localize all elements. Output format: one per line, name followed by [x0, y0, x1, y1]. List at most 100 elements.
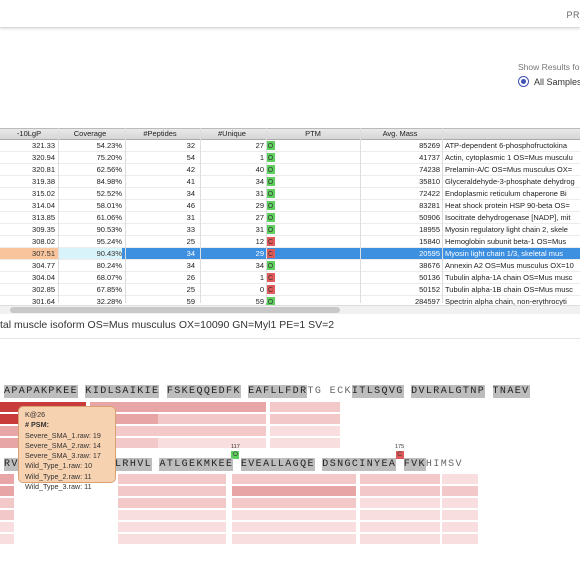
- col-header-lgp[interactable]: -10LgP: [0, 129, 58, 139]
- peptide-coverage-bar[interactable]: [270, 438, 340, 448]
- table-row[interactable]: 320.8162.56%4240CO74238Prelamin-A/C OS=M…: [0, 164, 580, 176]
- covered-peptide[interactable]: ITLSQVG: [351, 385, 404, 398]
- peptide-coverage-bar[interactable]: [118, 486, 226, 496]
- peptide-coverage-bar[interactable]: [442, 534, 478, 544]
- col-header-peptides[interactable]: #Peptides: [125, 129, 195, 139]
- peptide-coverage-bar[interactable]: [0, 522, 14, 532]
- table-row[interactable]: 320.9475.20%541CO41737Actin, cytoplasmic…: [0, 152, 580, 164]
- ptm-o-badge: O: [266, 141, 275, 150]
- table-row[interactable]: 302.8567.85%250OC50152Tubulin alpha-1B c…: [0, 284, 580, 296]
- peptide-coverage-bar[interactable]: [158, 426, 266, 436]
- cell-avg-mass: 41737: [419, 153, 440, 162]
- tooltip-line: Severe_SMA_1.raw: 19: [25, 430, 101, 440]
- ptm-marker[interactable]: 175 C: [395, 444, 404, 459]
- covered-peptide[interactable]: FSKEQQEDFK: [166, 385, 241, 398]
- covered-peptide[interactable]: EAFLLFDR: [248, 385, 308, 398]
- table-row[interactable]: 315.02 52.52% 34 31 O 72422 Endoplasmic reticu…: [0, 188, 580, 200]
- col-header-ptm[interactable]: PTM: [266, 129, 360, 139]
- covered-peptide[interactable]: DSNGCINYEA: [322, 458, 397, 471]
- table-row[interactable]: 307.5190.43%3429OC20595Myosin light chai…: [0, 248, 580, 260]
- table-row[interactable]: 304.7780.24%3434CO38676Annexin A2 OS=Mus…: [0, 260, 580, 272]
- radio-selected-icon[interactable]: [518, 76, 529, 87]
- peptide-coverage-bar[interactable]: [360, 522, 440, 532]
- peptide-coverage-bar[interactable]: [232, 474, 356, 484]
- cell-description: Annexin A2 OS=Mus musculus OX=10: [445, 261, 574, 270]
- peptide-coverage-bar[interactable]: [232, 498, 356, 508]
- cell-peptides: 33: [186, 225, 195, 234]
- peptide-coverage-bar[interactable]: [0, 534, 14, 544]
- peptide-coverage-bar[interactable]: [0, 486, 14, 496]
- covered-peptide[interactable]: KIDLSAIKIE: [85, 385, 160, 398]
- peptide-coverage-bar[interactable]: [0, 498, 14, 508]
- table-row[interactable]: 319.3884.98%4134CO35810Glyceraldehyde-3-…: [0, 176, 580, 188]
- cell-unique: 0: [259, 285, 264, 294]
- peptide-coverage-bar[interactable]: [442, 498, 478, 508]
- peptide-coverage-bar[interactable]: [442, 510, 478, 520]
- table-row[interactable]: 314.0458.01%4629CO83281Heat shock protei…: [0, 200, 580, 212]
- peptide-coverage-bar[interactable]: [158, 402, 266, 412]
- covered-peptide[interactable]: EVEALLAGQE: [240, 458, 315, 471]
- peptide-coverage-bar[interactable]: [270, 426, 340, 436]
- peptide-coverage-bar[interactable]: [0, 510, 14, 520]
- cell-coverage: 58.01%: [96, 201, 122, 210]
- horizontal-scrollbar[interactable]: [0, 305, 580, 314]
- cell-description: Tubulin alpha-1B chain OS=Mus musc: [445, 285, 573, 294]
- peptide-coverage-bar[interactable]: [118, 522, 226, 532]
- peptide-coverage-bar[interactable]: [232, 486, 356, 496]
- peptide-coverage-bar[interactable]: [442, 474, 478, 484]
- cell-coverage: 67.85%: [96, 285, 122, 294]
- peptide-coverage-bar[interactable]: [158, 438, 266, 448]
- peptide-coverage-bar[interactable]: [232, 522, 356, 532]
- peptide-coverage-bar[interactable]: [232, 534, 356, 544]
- cell-peptides: 34: [186, 249, 195, 258]
- covered-peptide[interactable]: TNAEV: [492, 385, 530, 398]
- cell-peptides: 31: [186, 213, 195, 222]
- peptide-coverage-bar[interactable]: [270, 414, 340, 424]
- peptide-coverage-bar[interactable]: [442, 486, 478, 496]
- peptide-coverage-bar[interactable]: [360, 534, 440, 544]
- peptide-coverage-bar[interactable]: [360, 486, 440, 496]
- table-row[interactable]: 309.3590.53%3331CO18955Myosin regulatory…: [0, 224, 580, 236]
- peptide-coverage-bar[interactable]: [232, 510, 356, 520]
- peptide-coverage-bar[interactable]: [118, 510, 226, 520]
- all-samples-radio[interactable]: All Samples: [518, 76, 580, 87]
- peptide-coverage-bar[interactable]: [118, 498, 226, 508]
- covered-peptide[interactable]: FVK: [403, 458, 426, 471]
- peptide-coverage-bar[interactable]: [118, 474, 226, 484]
- col-header-avg-mass[interactable]: Avg. Mass: [360, 129, 440, 139]
- table-row[interactable]: 304.0468.07%261OC50136Tubulin alpha-1A c…: [0, 272, 580, 284]
- cell-avg-mass: 50906: [419, 213, 440, 222]
- section-divider: [0, 338, 580, 339]
- covered-peptide[interactable]: DVLRALGTNP: [411, 385, 486, 398]
- cell-avg-mass: 72422: [419, 189, 440, 198]
- peptide-coverage-bar[interactable]: [360, 498, 440, 508]
- ptm-c-badge: C: [266, 273, 275, 282]
- col-header-coverage[interactable]: Coverage: [58, 129, 122, 139]
- peptide-coverage-bar[interactable]: [442, 522, 478, 532]
- covered-peptide[interactable]: APAPAKPKEE: [4, 385, 79, 398]
- peptide-coverage-bar[interactable]: [118, 534, 226, 544]
- table-row[interactable]: 321.3354.23%3227CO85269ATP-dependent 6-p…: [0, 140, 580, 152]
- covered-peptide[interactable]: ATLGEKMKEE: [159, 458, 234, 471]
- peptide-coverage-bar[interactable]: [0, 474, 14, 484]
- ptm-marker[interactable]: 117 O: [231, 444, 240, 459]
- tooltip-line: Wild_Type_2.raw: 11: [25, 471, 92, 481]
- peptide-coverage-bar[interactable]: [360, 474, 440, 484]
- cell-unique: 1: [259, 273, 264, 282]
- cell-peptides: 32: [186, 141, 195, 150]
- cell-coverage: 84.98%: [96, 177, 122, 186]
- table-row[interactable]: 313.8561.06%3127CO50906Isocitrate dehydr…: [0, 212, 580, 224]
- cell-lgp: 320.94: [32, 153, 55, 162]
- ptm-o-badge: O: [266, 261, 275, 270]
- col-header-unique[interactable]: #Unique: [200, 129, 264, 139]
- peptide-coverage-bar[interactable]: [360, 510, 440, 520]
- ptm-c-badge: C: [266, 249, 275, 258]
- ptm-o-badge: O: [266, 201, 275, 210]
- peptide-coverage-bar[interactable]: [158, 414, 266, 424]
- cell-avg-mass: 50152: [419, 285, 440, 294]
- covered-peptide[interactable]: RV: [4, 458, 19, 471]
- scrollbar-thumb[interactable]: [10, 307, 340, 313]
- top-tab[interactable]: PR: [566, 10, 580, 20]
- table-row[interactable]: 308.0295.24%2512OC15840Hemoglobin subuni…: [0, 236, 580, 248]
- peptide-coverage-bar[interactable]: [270, 402, 340, 412]
